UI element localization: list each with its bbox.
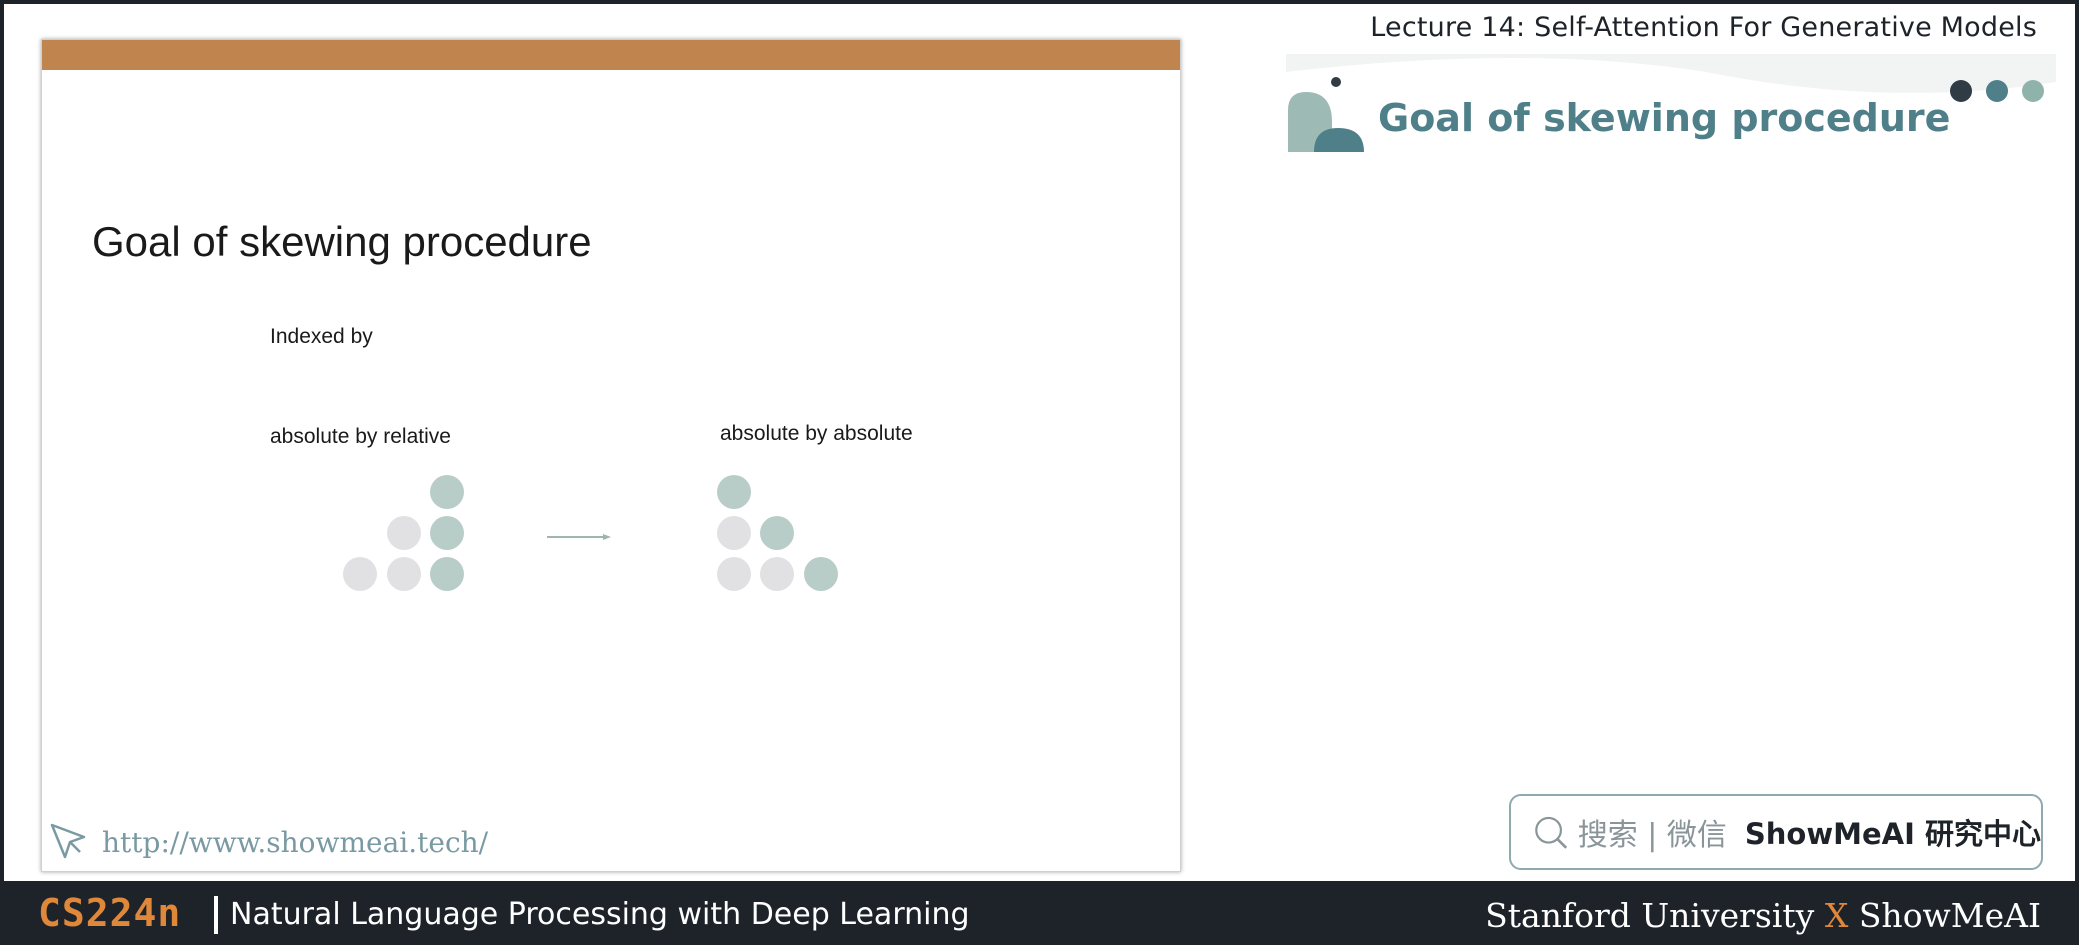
credit-university: Stanford University bbox=[1485, 896, 1815, 935]
slide-accent-bar bbox=[42, 40, 1180, 70]
matrix-cell bbox=[430, 557, 464, 591]
left-matrix-label: absolute by relative bbox=[270, 425, 451, 448]
matrix-cell bbox=[717, 475, 751, 509]
section-title: Goal of skewing procedure bbox=[1378, 96, 1951, 140]
search-icon bbox=[1535, 816, 1568, 849]
footer-bar: CS224n Natural Language Processing with … bbox=[0, 885, 2079, 945]
section-title-icon bbox=[1288, 77, 1364, 152]
footer-divider bbox=[214, 896, 218, 934]
slide: Goal of skewing procedure Indexed by abs… bbox=[41, 39, 1181, 872]
matrix-cell bbox=[717, 516, 751, 550]
cursor-icon bbox=[50, 823, 86, 859]
matrix-cell bbox=[430, 475, 464, 509]
course-name: Natural Language Processing with Deep Le… bbox=[230, 897, 970, 932]
slide-url-text: http://www.showmeai.tech/ bbox=[102, 825, 489, 859]
header-dot-mid bbox=[1986, 80, 2008, 102]
matrix-cell bbox=[387, 557, 421, 591]
matrix-cell bbox=[760, 557, 794, 591]
video-frame: Goal of skewing procedure Indexed by abs… bbox=[0, 0, 2079, 885]
lecture-title: Lecture 14: Self-Attention For Generativ… bbox=[1370, 12, 2037, 43]
header-dot-dark bbox=[1950, 80, 1972, 102]
search-brand: ShowMeAI 研究中心 bbox=[1744, 817, 2041, 851]
matrix-cell bbox=[387, 516, 421, 550]
transform-arrow-icon bbox=[547, 534, 611, 540]
right-matrix-label: absolute by absolute bbox=[720, 422, 913, 445]
search-box[interactable]: 搜索 | 微信 ShowMeAI 研究中心 bbox=[1509, 794, 2043, 870]
search-hint: 搜索 | 微信 bbox=[1577, 818, 1727, 853]
matrix-cell bbox=[760, 516, 794, 550]
matrix-cell bbox=[430, 516, 464, 550]
header-dot-light bbox=[2022, 80, 2044, 102]
matrix-cell bbox=[343, 557, 377, 591]
indexed-by-label: Indexed by bbox=[270, 325, 373, 348]
slide-url-link[interactable]: http://www.showmeai.tech/ bbox=[46, 820, 488, 864]
credit-brand: ShowMeAI bbox=[1858, 896, 2041, 935]
credit-separator: X bbox=[1824, 896, 1849, 935]
matrix-cell bbox=[717, 557, 751, 591]
matrix-cell bbox=[804, 557, 838, 591]
course-code: CS224n bbox=[38, 891, 182, 935]
footer-credit: Stanford University X ShowMeAI bbox=[1485, 896, 2041, 935]
slide-title: Goal of skewing procedure bbox=[92, 218, 592, 265]
